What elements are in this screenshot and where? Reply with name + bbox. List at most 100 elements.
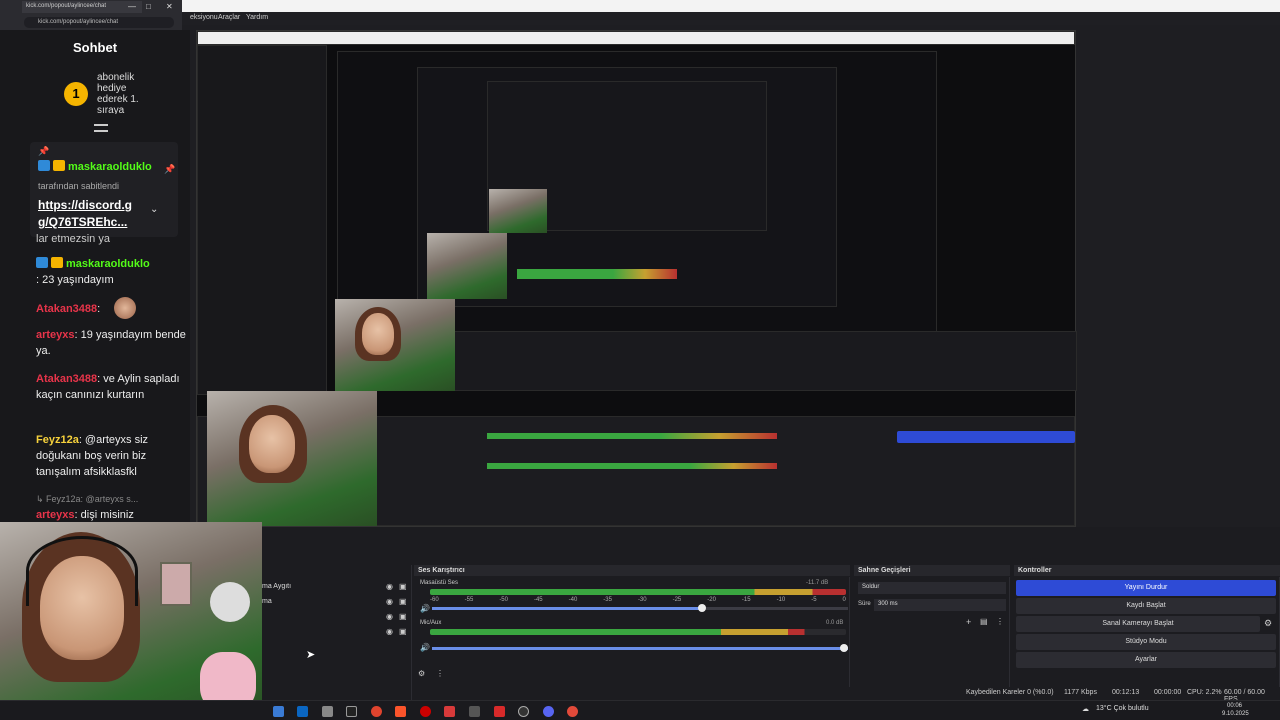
vip-badge-icon bbox=[51, 257, 63, 268]
address-bar[interactable]: kick.com/popout/aylincee/chat bbox=[24, 17, 174, 28]
preview-meter-copy-2 bbox=[487, 433, 777, 439]
minimize-button[interactable]: — bbox=[128, 2, 136, 11]
visibility-eye-icon[interactable]: ◉ bbox=[386, 582, 393, 591]
pin-icon: 📌 bbox=[38, 146, 50, 156]
lock-icon[interactable]: ▣ bbox=[399, 612, 407, 621]
clock-time[interactable]: 00:06 bbox=[1227, 703, 1242, 709]
transition-select[interactable]: Soldur bbox=[858, 582, 1006, 594]
mixer-header: Ses Karıştırıcı bbox=[414, 565, 850, 576]
title-bar bbox=[0, 0, 1280, 12]
gear-icon[interactable]: ⚙ bbox=[1264, 618, 1272, 629]
chat-username[interactable]: arteyxs bbox=[36, 509, 75, 521]
gift-leaderboard-text: abonelik hediye ederek 1. sıraya yükseli… bbox=[97, 72, 139, 114]
visibility-eye-icon[interactable]: ◉ bbox=[386, 627, 393, 636]
maximize-button[interactable]: □ bbox=[146, 2, 151, 11]
transitions-panel: Soldur Süre 300 ms + ▤ ⋮ bbox=[854, 577, 1010, 687]
chat-message: maskaraolduklo : 23 yaşındayım bbox=[36, 256, 186, 288]
brave-icon[interactable] bbox=[395, 706, 406, 717]
chat-username[interactable]: arteyxs bbox=[36, 329, 75, 341]
track-name: Mic/Aux bbox=[420, 620, 442, 626]
source-item[interactable]: ma Aygıtı bbox=[262, 583, 291, 590]
preview-meter-copy-3 bbox=[487, 463, 777, 469]
visibility-eye-icon[interactable]: ◉ bbox=[386, 612, 393, 621]
chat-username[interactable]: Atakan3488 bbox=[36, 373, 97, 385]
menu-item-help[interactable]: Yardım bbox=[246, 14, 268, 21]
audio-mixer-panel: Masaüstü Ses -11.7 dB -60 -55 -50 -45 -40 -35… bbox=[414, 577, 850, 687]
app-icon[interactable] bbox=[444, 706, 455, 717]
menu-item-scene[interactable]: eksiyonu bbox=[190, 14, 218, 21]
pinned-username[interactable]: maskaraolduklo bbox=[68, 161, 152, 173]
speaker-icon[interactable]: 🔊 bbox=[420, 604, 430, 613]
chevron-down-icon[interactable]: ⌄ bbox=[150, 204, 158, 215]
outlook-icon[interactable] bbox=[297, 706, 308, 717]
pinned-link-line1[interactable]: https://discord.g bbox=[38, 198, 132, 212]
chat-username[interactable]: maskaraolduklo bbox=[66, 258, 150, 270]
pinned-message: 📌 📌 maskaraolduklo tarafından sabitlendi… bbox=[30, 142, 178, 237]
speaker-icon[interactable]: 🔊 bbox=[420, 643, 430, 652]
chrome-icon[interactable] bbox=[371, 706, 382, 717]
lock-icon[interactable]: ▣ bbox=[399, 597, 407, 606]
source-item[interactable]: ma bbox=[262, 598, 272, 605]
lock-icon[interactable]: ▣ bbox=[399, 627, 407, 636]
chat-text: : 23 yaşındayım bbox=[36, 274, 114, 286]
weather-icon[interactable]: ☁ bbox=[1082, 705, 1089, 713]
stop-streaming-button[interactable]: Yayını Durdur bbox=[1016, 580, 1276, 596]
app-icon[interactable] bbox=[469, 706, 480, 717]
chat-username[interactable]: Atakan3488 bbox=[36, 303, 97, 315]
close-button[interactable]: ✕ bbox=[166, 2, 173, 11]
file-explorer-icon[interactable] bbox=[273, 706, 284, 717]
start-recording-button[interactable]: Kaydı Başlat bbox=[1016, 598, 1276, 614]
chat-text: : bbox=[97, 303, 101, 315]
weather-text[interactable]: 13°C Çok bulutlu bbox=[1096, 705, 1149, 712]
settings-button[interactable]: Ayarlar bbox=[1016, 652, 1276, 668]
volume-slider[interactable] bbox=[432, 604, 848, 612]
webcam-overlay bbox=[0, 522, 262, 720]
trash-icon[interactable]: ▤ bbox=[980, 617, 988, 626]
obs-preview[interactable] bbox=[196, 30, 1077, 527]
meter-ticks: -60 -55 -50 -45 -40 -35 -30 -25 -20 -15 -10 -5 0 bbox=[430, 597, 846, 603]
add-icon[interactable]: + bbox=[966, 617, 971, 627]
preview-meter-copy bbox=[517, 269, 677, 279]
more-options-icon[interactable]: ⋮ bbox=[996, 617, 1004, 626]
unpin-icon[interactable]: 📌 bbox=[164, 164, 175, 175]
sources-panel: ma Aygıtı ma ◉ ▣ ◉ ▣ ◉ ▣ ◉ ▣ ⌃ ⌄ bbox=[262, 565, 412, 716]
preview-webcam-2 bbox=[335, 299, 455, 391]
vip-badge-icon bbox=[53, 160, 65, 171]
studio-mode-button[interactable]: Stüdyo Modu bbox=[1016, 634, 1276, 650]
volume-slider[interactable] bbox=[432, 644, 848, 652]
mixer-settings-icon[interactable]: ⚙ bbox=[418, 669, 425, 678]
transitions-header: Sahne Geçişleri bbox=[854, 565, 1010, 576]
chat-message: arteyxs: 19 yaşındayım bende ya. bbox=[36, 327, 186, 359]
task-view-icon[interactable] bbox=[322, 706, 333, 717]
moderator-badge-icon bbox=[36, 257, 48, 268]
controls-title: Kontroller bbox=[1018, 567, 1052, 574]
preview-stop-button-copy bbox=[897, 431, 1075, 443]
preview-titlebar bbox=[197, 31, 1075, 45]
menu-item-tools[interactable]: Araçlar bbox=[218, 14, 240, 21]
drag-handle-icon[interactable] bbox=[94, 124, 108, 132]
opera-icon[interactable] bbox=[420, 706, 431, 717]
chat-username[interactable]: Feyz12a bbox=[36, 434, 79, 446]
more-options-icon[interactable]: ⋮ bbox=[436, 669, 444, 678]
pinned-link-line2[interactable]: g/Q76TSRЕhc... bbox=[38, 215, 127, 229]
app-icon[interactable] bbox=[567, 706, 578, 717]
app-icon[interactable] bbox=[494, 706, 505, 717]
preview-chat-copy bbox=[197, 45, 327, 395]
browser-tab[interactable]: kick.com/popout/aylincee/chat bbox=[22, 1, 142, 13]
dropped-frames: Kaybedilen Kareler 0 (%0.0) bbox=[966, 689, 1054, 696]
transition-type: Soldur bbox=[862, 584, 880, 590]
volume-meter bbox=[430, 589, 846, 595]
lock-icon[interactable]: ▣ bbox=[399, 582, 407, 591]
discord-icon[interactable] bbox=[543, 706, 554, 717]
app-icon[interactable] bbox=[518, 706, 529, 717]
cpu-usage: CPU: 2.2% bbox=[1187, 689, 1222, 696]
start-virtual-camera-button[interactable]: Sanal Kamerayı Başlat bbox=[1016, 616, 1260, 632]
obs-menu-bar: eksiyonu Araçlar Yardım bbox=[0, 12, 1280, 25]
mixer-title: Ses Karıştırıcı bbox=[418, 567, 465, 574]
duration-input[interactable]: 300 ms bbox=[874, 599, 1006, 611]
chat-message: Feyz12a: @arteyxs siz doğukanı boş verin… bbox=[36, 432, 186, 480]
clock-date[interactable]: 9.10.2025 bbox=[1222, 711, 1249, 717]
obs-icon[interactable] bbox=[346, 706, 357, 717]
visibility-eye-icon[interactable]: ◉ bbox=[386, 597, 393, 606]
gift-rank-badge: 1 bbox=[64, 82, 88, 106]
